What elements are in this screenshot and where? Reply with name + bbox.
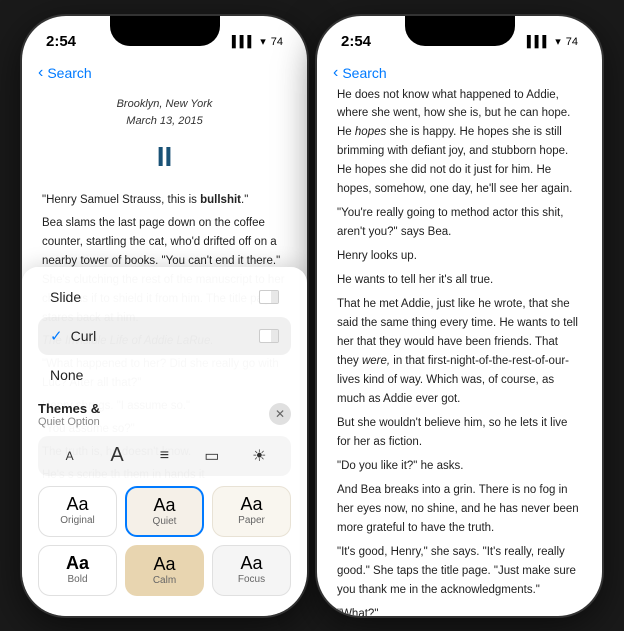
left-back-button[interactable]: ‹ Search bbox=[38, 64, 92, 82]
right-para-2: "You're really going to method actor thi… bbox=[337, 204, 582, 242]
close-button[interactable]: ✕ bbox=[269, 403, 291, 425]
theme-paper-aa: Aa bbox=[240, 495, 262, 513]
right-book-content: He does not know what happened to Addie,… bbox=[317, 86, 602, 616]
right-back-label: Search bbox=[342, 65, 386, 81]
right-back-button[interactable]: ‹ Search bbox=[333, 64, 387, 82]
right-para-10: "What?" bbox=[337, 605, 582, 616]
wifi-icon: ▾ bbox=[260, 35, 266, 48]
right-notch bbox=[405, 16, 515, 46]
none-label: None bbox=[50, 367, 279, 383]
right-wifi-icon: ▾ bbox=[555, 35, 561, 48]
book-chapter: II bbox=[42, 135, 287, 180]
right-para-8: And Bea breaks into a grin. There is no … bbox=[337, 481, 582, 538]
theme-bold-aa: Aa bbox=[66, 554, 89, 572]
left-time: 2:54 bbox=[46, 33, 76, 50]
book-date: March 13, 2015 bbox=[42, 113, 287, 131]
transition-slide[interactable]: Slide bbox=[38, 279, 291, 315]
theme-paper-card[interactable]: Aa Paper bbox=[212, 486, 291, 537]
theme-original-card[interactable]: Aa Original bbox=[38, 486, 117, 537]
theme-focus-name: Focus bbox=[238, 574, 265, 585]
themes-header: Themes & Quiet Option ✕ bbox=[38, 401, 291, 428]
right-nav-bar: ‹ Search bbox=[317, 60, 602, 86]
transition-section: Slide ✓ Curl None bbox=[38, 279, 291, 393]
themes-grid: Aa Original Aa Quiet Aa Paper bbox=[38, 486, 291, 596]
slide-icon bbox=[259, 290, 279, 304]
themes-label: Themes & bbox=[38, 401, 100, 416]
theme-original-aa: Aa bbox=[66, 495, 88, 513]
font-larger-button[interactable]: A bbox=[101, 442, 133, 470]
curl-label: Curl bbox=[71, 328, 259, 344]
check-icon: ✓ bbox=[50, 327, 63, 345]
transition-curl[interactable]: ✓ Curl bbox=[38, 317, 291, 355]
back-arrow-icon: ‹ bbox=[38, 64, 43, 82]
theme-paper-name: Paper bbox=[238, 515, 265, 526]
book-para-1: "Henry Samuel Strauss, this is bullshit.… bbox=[42, 191, 287, 210]
right-para-4: He wants to tell her it's all true. bbox=[337, 271, 582, 290]
curl-icon bbox=[259, 329, 279, 343]
themes-title: Themes & Quiet Option bbox=[38, 401, 100, 428]
right-para-3: Henry looks up. bbox=[337, 247, 582, 266]
format-toolbar: A A ≡ ▭ ☀ bbox=[38, 436, 291, 476]
right-phone: 2:54 ▌▌▌ ▾ 74 ‹ Search He does not know … bbox=[317, 16, 602, 616]
right-para-7: "Do you like it?" he asks. bbox=[337, 457, 582, 476]
book-location: Brooklyn, New York bbox=[42, 96, 287, 114]
overlay-panel: Slide ✓ Curl None Themes & bbox=[22, 267, 307, 616]
theme-focus-aa: Aa bbox=[240, 554, 262, 572]
right-para-9: "It's good, Henry," she says. "It's real… bbox=[337, 543, 582, 600]
theme-bold-card[interactable]: Aa Bold bbox=[38, 545, 117, 596]
theme-quiet-aa: Aa bbox=[153, 496, 175, 514]
theme-calm-name: Calm bbox=[153, 575, 176, 586]
brightness-button[interactable]: ☀ bbox=[243, 442, 275, 470]
right-signal-icon: ▌▌▌ bbox=[527, 36, 550, 48]
notch bbox=[110, 16, 220, 46]
quiet-option-label: Quiet Option bbox=[38, 416, 100, 428]
theme-quiet-card[interactable]: Aa Quiet bbox=[125, 486, 204, 537]
battery-icon: 74 bbox=[271, 36, 283, 48]
right-para-6: But she wouldn't believe him, so he lets… bbox=[337, 414, 582, 452]
right-back-arrow-icon: ‹ bbox=[333, 64, 338, 82]
line-spacing-button[interactable]: ≡ bbox=[148, 442, 180, 470]
theme-calm-card[interactable]: Aa Calm bbox=[125, 545, 204, 596]
left-back-label: Search bbox=[47, 65, 91, 81]
left-phone: 2:54 ▌▌▌ ▾ 74 ‹ Search Brooklyn, New Yor… bbox=[22, 16, 307, 616]
book-header: Brooklyn, New York March 13, 2015 II bbox=[42, 86, 287, 192]
theme-focus-card[interactable]: Aa Focus bbox=[212, 545, 291, 596]
signal-icon: ▌▌▌ bbox=[232, 36, 255, 48]
right-para-5: That he met Addie, just like he wrote, t… bbox=[337, 295, 582, 409]
transition-none[interactable]: None bbox=[38, 357, 291, 393]
left-status-icons: ▌▌▌ ▾ 74 bbox=[232, 35, 283, 48]
left-nav-bar: ‹ Search bbox=[22, 60, 307, 86]
right-time: 2:54 bbox=[341, 33, 371, 50]
font-smaller-button[interactable]: A bbox=[54, 442, 86, 470]
theme-quiet-name: Quiet bbox=[153, 516, 177, 527]
right-battery-icon: 74 bbox=[566, 36, 578, 48]
right-para-1: He does not know what happened to Addie,… bbox=[337, 86, 582, 200]
theme-calm-aa: Aa bbox=[153, 555, 175, 573]
theme-original-name: Original bbox=[60, 515, 94, 526]
phones-container: 2:54 ▌▌▌ ▾ 74 ‹ Search Brooklyn, New Yor… bbox=[22, 16, 602, 616]
right-status-icons: ▌▌▌ ▾ 74 bbox=[527, 35, 578, 48]
slide-label: Slide bbox=[50, 289, 259, 305]
layout-button[interactable]: ▭ bbox=[196, 442, 228, 470]
theme-bold-name: Bold bbox=[67, 574, 87, 585]
